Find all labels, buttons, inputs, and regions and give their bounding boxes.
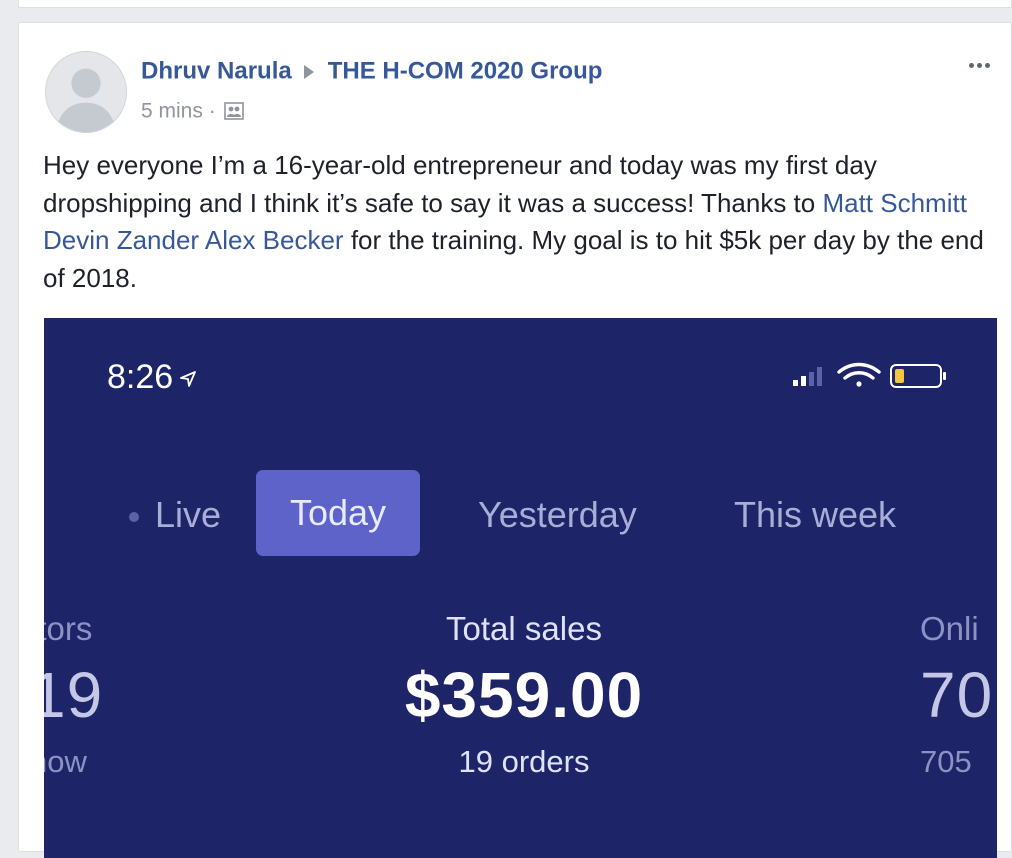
battery-icon bbox=[890, 364, 946, 388]
online-value: 70 bbox=[920, 659, 994, 731]
phone-status-icons bbox=[793, 362, 946, 388]
tab-live-label: Live bbox=[155, 494, 222, 535]
arrow-right-icon bbox=[303, 64, 314, 79]
tab-this-week[interactable]: This week bbox=[734, 494, 896, 536]
avatar-silhouette-icon bbox=[46, 52, 126, 132]
tab-today[interactable]: Today bbox=[256, 470, 420, 556]
cellular-icon bbox=[793, 367, 822, 386]
tab-yesterday[interactable]: Yesterday bbox=[478, 494, 637, 536]
period-tabs: Live Today Yesterday This week bbox=[44, 470, 997, 556]
live-dot-icon bbox=[129, 512, 139, 523]
visitors-sub: now bbox=[44, 744, 87, 779]
attached-photo[interactable]: 8:26 Live Today Yesterday This week ors … bbox=[44, 318, 997, 858]
previous-post-card bbox=[18, 0, 1012, 8]
total-sales-value: $359.00 bbox=[404, 659, 644, 731]
total-sales-stat: Total sales $359.00 19 orders bbox=[324, 610, 724, 780]
visitors-label: itors bbox=[44, 610, 93, 647]
online-label: Onli bbox=[920, 610, 979, 647]
online-sub: 705 bbox=[920, 744, 972, 779]
post-meta: 5 mins · bbox=[141, 99, 244, 123]
post-header: Dhruv Narula THE H-COM 2020 Group bbox=[141, 57, 602, 86]
group-name-link[interactable]: THE H-COM 2020 Group bbox=[328, 58, 603, 85]
tab-live[interactable]: Live bbox=[129, 494, 221, 536]
post-text-before: Hey everyone I’m a 16-year-old entrepren… bbox=[43, 150, 877, 218]
author-avatar[interactable] bbox=[45, 51, 127, 133]
visitors-stat: itors 19 now bbox=[44, 610, 140, 780]
post-card: Dhruv Narula THE H-COM 2020 Group 5 mins … bbox=[18, 22, 1012, 858]
phone-status-time: 8:26 bbox=[107, 358, 197, 397]
online-stat: Onli 70 705 bbox=[920, 610, 997, 780]
meta-separator: · bbox=[208, 99, 216, 123]
group-privacy-icon[interactable] bbox=[223, 102, 244, 121]
post-body: Hey everyone I’m a 16-year-old entrepren… bbox=[43, 147, 987, 297]
location-arrow-icon bbox=[180, 371, 197, 387]
post-timestamp-link[interactable]: 5 mins bbox=[141, 99, 203, 122]
visitors-value: 19 bbox=[44, 659, 104, 731]
author-name-link[interactable]: Dhruv Narula bbox=[141, 58, 292, 85]
total-sales-label: Total sales bbox=[446, 610, 602, 647]
phone-time-text: 8:26 bbox=[107, 358, 174, 396]
orders-count: 19 orders bbox=[458, 744, 590, 779]
more-options-icon[interactable] bbox=[969, 55, 1001, 69]
wifi-icon bbox=[837, 362, 881, 387]
